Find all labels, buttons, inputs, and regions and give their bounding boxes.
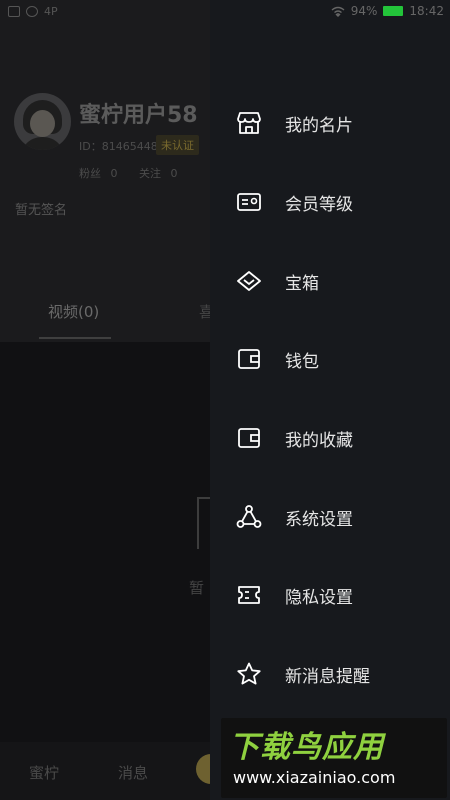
watermark: 下载鸟应用 www.xiazainiao.com [221, 718, 447, 798]
settings-nodes-icon [236, 504, 262, 530]
star-icon [236, 661, 262, 687]
store-icon [236, 110, 262, 136]
follow-count: 0 [170, 167, 178, 180]
menu-label: 会员等级 [285, 194, 353, 215]
menu-wallet[interactable]: 钱包 [210, 329, 450, 389]
menu-label: 我的名片 [285, 115, 353, 136]
clock: 18:42 [409, 4, 444, 18]
verification-badge[interactable]: 未认证 [156, 135, 199, 155]
menu-label: 隐私设置 [285, 587, 353, 608]
follow-stat[interactable]: 关注 0 [139, 165, 178, 181]
wallet-icon [236, 346, 262, 372]
member-card-icon [236, 189, 262, 215]
fans-stat[interactable]: 粉丝 0 [79, 165, 118, 181]
menu-my-card[interactable]: 我的名片 [210, 93, 450, 153]
watermark-logo: 下载鸟应用 [229, 730, 384, 765]
favorites-icon [236, 425, 262, 451]
menu-label: 我的收藏 [285, 430, 353, 451]
diamond-icon [236, 268, 262, 294]
menu-privacy-settings[interactable]: 隐私设置 [210, 565, 450, 625]
watermark-url: www.xiazainiao.com [233, 768, 396, 787]
menu-label: 系统设置 [285, 509, 353, 530]
menu-member-level[interactable]: 会员等级 [210, 172, 450, 232]
menu-system-settings[interactable]: 系统设置 [210, 487, 450, 547]
battery-percent: 94% [350, 4, 378, 18]
menu-favorites[interactable]: 我的收藏 [210, 408, 450, 468]
tab-active-indicator [39, 337, 111, 339]
avatar[interactable] [14, 93, 71, 150]
fans-label: 粉丝 [79, 167, 101, 180]
status-left-text: 4P [44, 5, 58, 18]
profile-username: 蜜柠用户58 [79, 103, 198, 128]
menu-new-message-alert[interactable]: 新消息提醒 [210, 644, 450, 704]
profile-bio: 暂无签名 [15, 203, 68, 218]
status-bar: 4P 94% 18:42 [0, 0, 450, 26]
privacy-ticket-icon [236, 582, 262, 608]
fans-count: 0 [110, 167, 118, 180]
tab-video[interactable]: 视频(0) [48, 301, 99, 322]
menu-treasure-box[interactable]: 宝箱 [210, 251, 450, 311]
menu-label: 钱包 [285, 351, 319, 372]
empty-state-text: 暂 [189, 579, 205, 597]
menu-label: 新消息提醒 [285, 666, 370, 687]
side-drawer: 我的名片 会员等级 宝箱 钱包 我的收藏 系统设置 隐私设置 新消息提醒 [210, 0, 450, 800]
wifi-icon [331, 6, 345, 17]
profile-id: ID：81465448 [79, 140, 158, 153]
follow-label: 关注 [139, 167, 161, 180]
shield-icon [26, 6, 38, 17]
battery-icon [383, 6, 404, 16]
notification-icon [8, 6, 20, 17]
nav-home[interactable]: 蜜柠 [29, 762, 59, 783]
menu-label: 宝箱 [285, 273, 319, 294]
nav-messages[interactable]: 消息 [118, 762, 148, 783]
